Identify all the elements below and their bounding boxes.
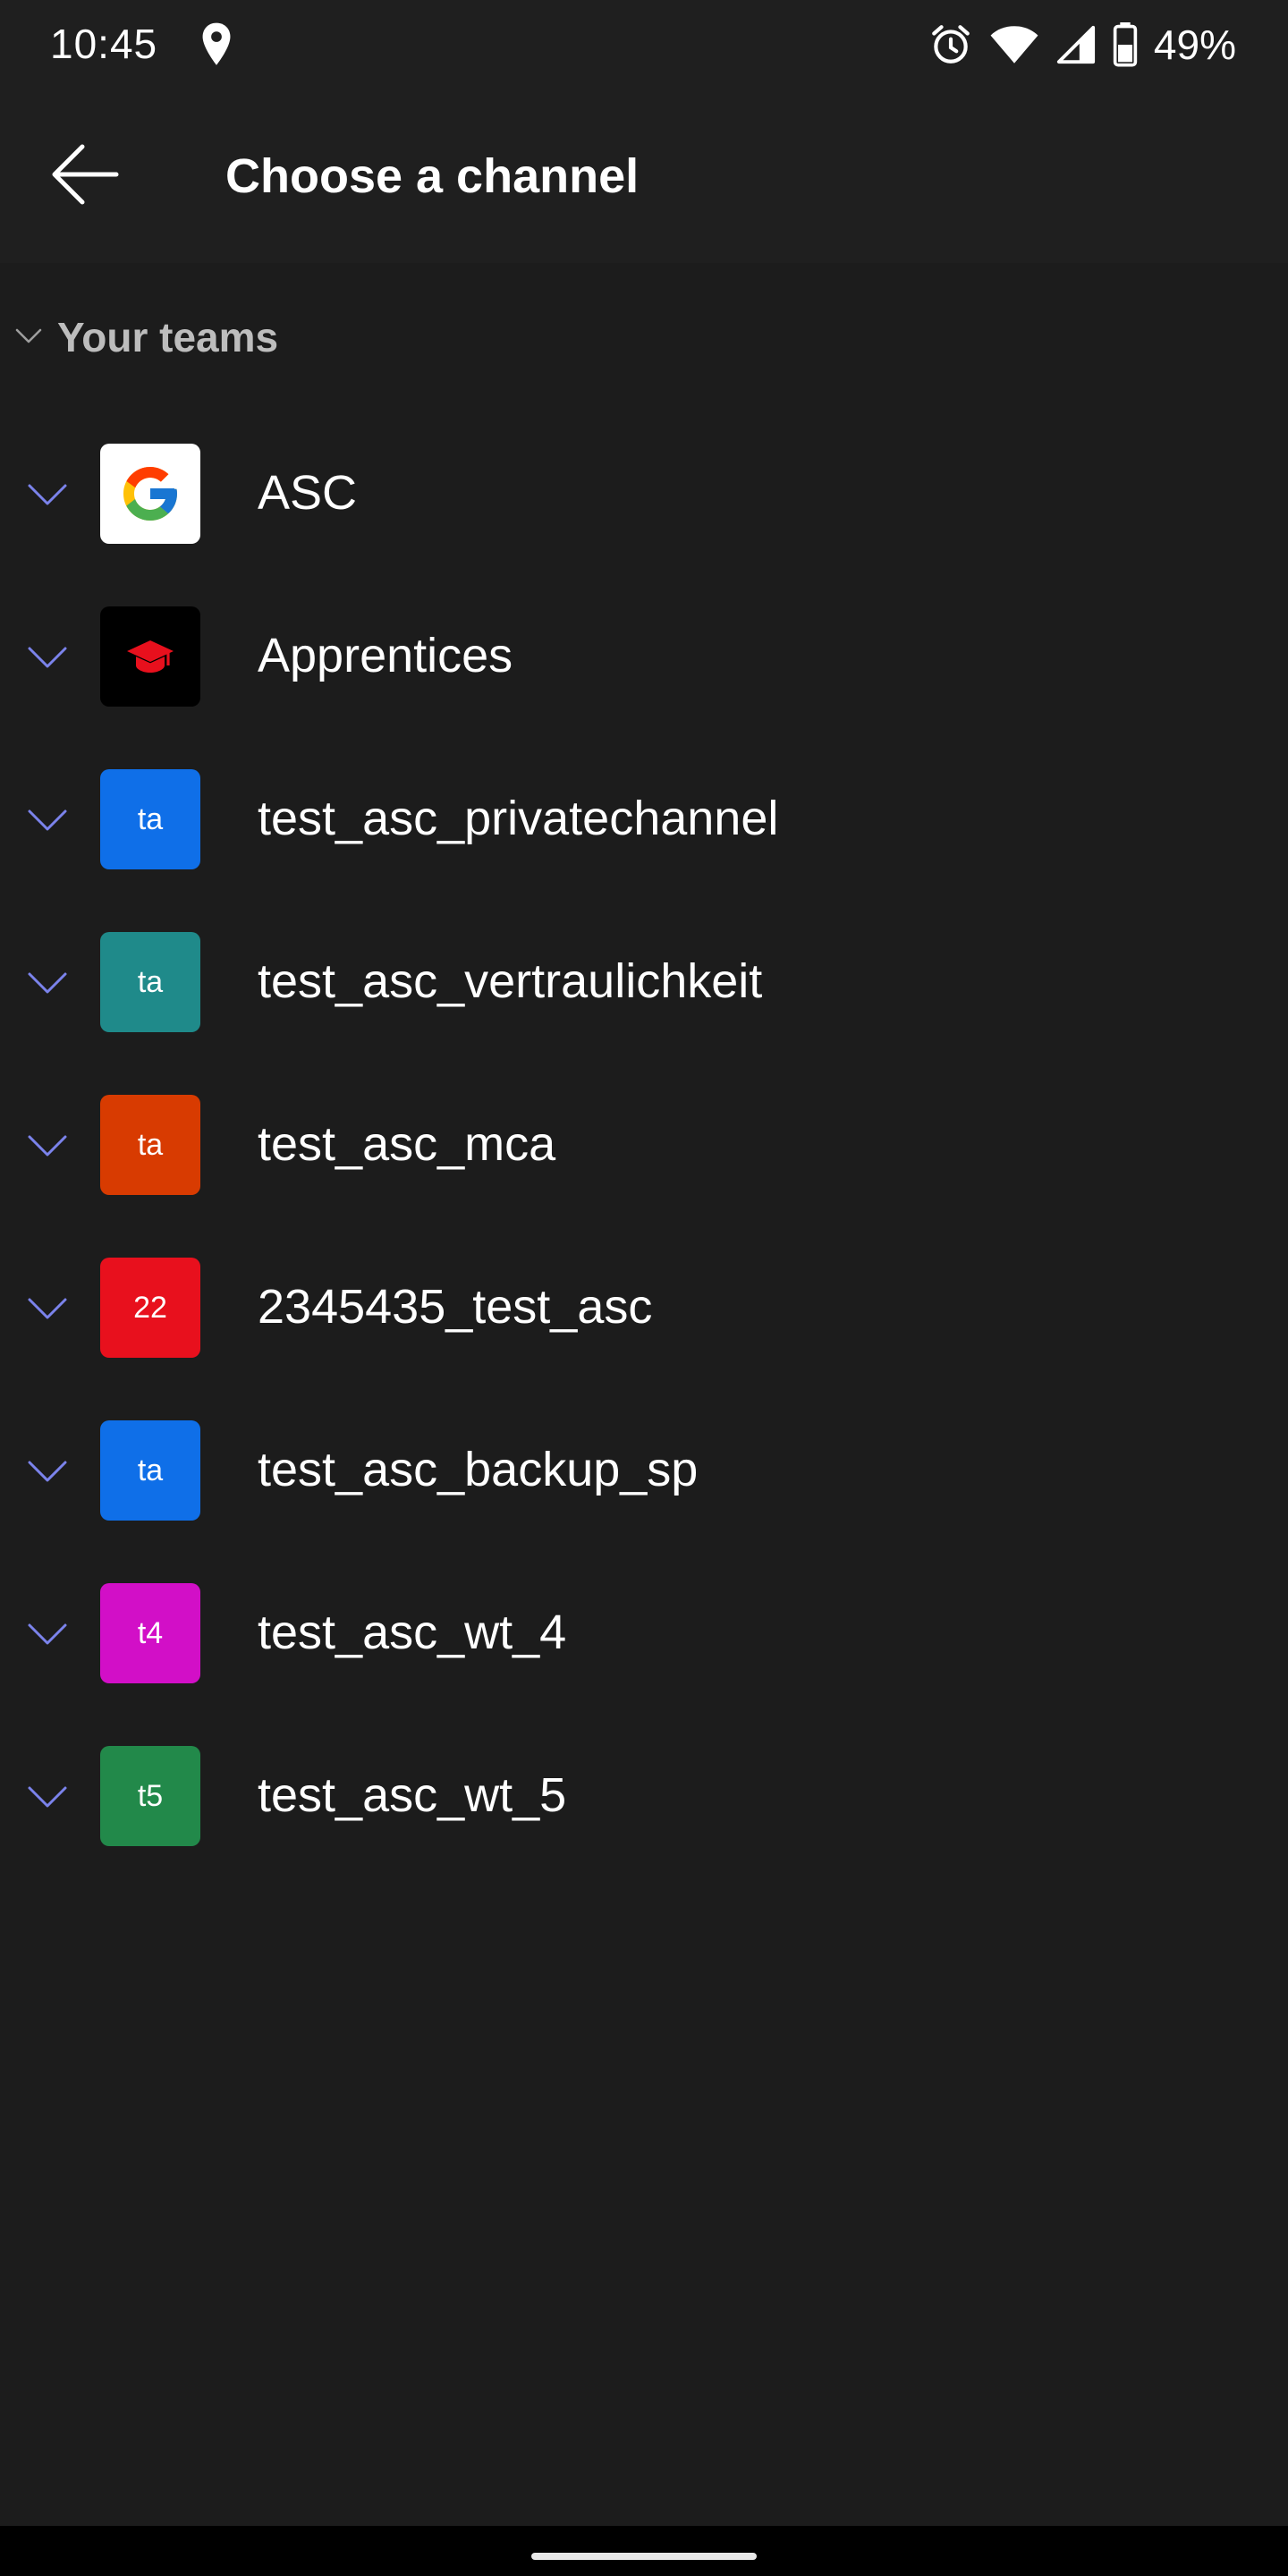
team-row[interactable]: Apprentices bbox=[0, 580, 1288, 742]
team-avatar-initials: ta bbox=[137, 1453, 164, 1487]
team-avatar: 22 bbox=[100, 1258, 200, 1358]
team-avatar: ta bbox=[100, 1095, 200, 1195]
chevron-down-icon[interactable] bbox=[27, 1784, 68, 1810]
page-title: Choose a channel bbox=[225, 149, 640, 203]
battery-icon bbox=[1113, 22, 1138, 67]
team-name: test_asc_wt_5 bbox=[258, 1768, 567, 1822]
team-row[interactable]: ta test_asc_privatechannel bbox=[0, 742, 1288, 905]
location-icon bbox=[202, 22, 231, 65]
section-label: Your teams bbox=[57, 314, 279, 360]
team-avatar-initials: ta bbox=[137, 801, 164, 836]
status-time: 10:45 bbox=[50, 21, 158, 67]
battery-percentage: 49% bbox=[1153, 21, 1236, 68]
team-name: ASC bbox=[258, 466, 358, 520]
chevron-down-icon[interactable] bbox=[27, 1295, 68, 1322]
chevron-down-icon[interactable] bbox=[27, 970, 68, 996]
team-name: 2345435_test_asc bbox=[258, 1280, 653, 1334]
team-avatar: ta bbox=[100, 769, 200, 869]
team-row[interactable]: 22 2345435_test_asc bbox=[0, 1231, 1288, 1394]
team-avatar: t5 bbox=[100, 1746, 200, 1846]
channel-picker: Your teams ASC Apprentices ta test_asc_priv… bbox=[0, 263, 1288, 2526]
status-icons: 49% bbox=[928, 18, 1236, 72]
team-avatar-initials: ta bbox=[137, 1127, 164, 1162]
team-row[interactable]: t5 test_asc_wt_5 bbox=[0, 1719, 1288, 1882]
chevron-down-icon[interactable] bbox=[27, 1458, 68, 1485]
team-row[interactable]: ta test_asc_vertraulichkeit bbox=[0, 905, 1288, 1068]
team-name: test_asc_wt_4 bbox=[258, 1606, 567, 1659]
team-avatar bbox=[100, 444, 200, 544]
team-avatar-initials: 22 bbox=[133, 1290, 167, 1325]
team-avatar-initials: ta bbox=[137, 964, 164, 999]
team-row[interactable]: ta test_asc_backup_sp bbox=[0, 1394, 1288, 1556]
team-avatar bbox=[100, 606, 200, 707]
your-teams-section-header[interactable]: Your teams bbox=[0, 308, 537, 361]
team-name: test_asc_vertraulichkeit bbox=[258, 954, 763, 1008]
team-name: Apprentices bbox=[258, 629, 513, 682]
team-row[interactable]: t4 test_asc_wt_4 bbox=[0, 1556, 1288, 1719]
team-avatar: ta bbox=[100, 1420, 200, 1521]
chevron-down-icon[interactable] bbox=[27, 644, 68, 671]
team-name: test_asc_privatechannel bbox=[258, 792, 779, 845]
graduation-cap-icon bbox=[127, 640, 174, 673]
team-avatar: ta bbox=[100, 932, 200, 1032]
chevron-down-icon[interactable] bbox=[27, 481, 68, 508]
team-name: test_asc_backup_sp bbox=[258, 1443, 699, 1496]
back-button[interactable] bbox=[36, 125, 134, 224]
team-row[interactable]: ta test_asc_mca bbox=[0, 1068, 1288, 1231]
team-list: ASC Apprentices ta test_asc_privatechannel t… bbox=[0, 417, 1288, 1882]
team-avatar-initials: t5 bbox=[137, 1778, 164, 1813]
navigation-bar bbox=[0, 2526, 1288, 2576]
google-logo-icon bbox=[123, 467, 177, 521]
alarm-icon bbox=[932, 25, 970, 64]
team-avatar-initials: t4 bbox=[137, 1615, 164, 1650]
team-name: test_asc_mca bbox=[258, 1117, 556, 1171]
home-indicator[interactable] bbox=[531, 2553, 757, 2560]
chevron-down-icon bbox=[15, 328, 42, 343]
chevron-down-icon[interactable] bbox=[27, 1132, 68, 1159]
chevron-down-icon[interactable] bbox=[27, 807, 68, 834]
arrow-left-icon bbox=[52, 144, 119, 205]
team-avatar: t4 bbox=[100, 1583, 200, 1683]
team-row[interactable]: ASC bbox=[0, 417, 1288, 580]
app-header: Choose a channel bbox=[0, 89, 1288, 263]
signal-icon bbox=[1056, 25, 1096, 64]
wifi-icon bbox=[990, 26, 1038, 64]
status-bar: 10:45 49% bbox=[0, 0, 1288, 89]
chevron-down-icon[interactable] bbox=[27, 1621, 68, 1648]
